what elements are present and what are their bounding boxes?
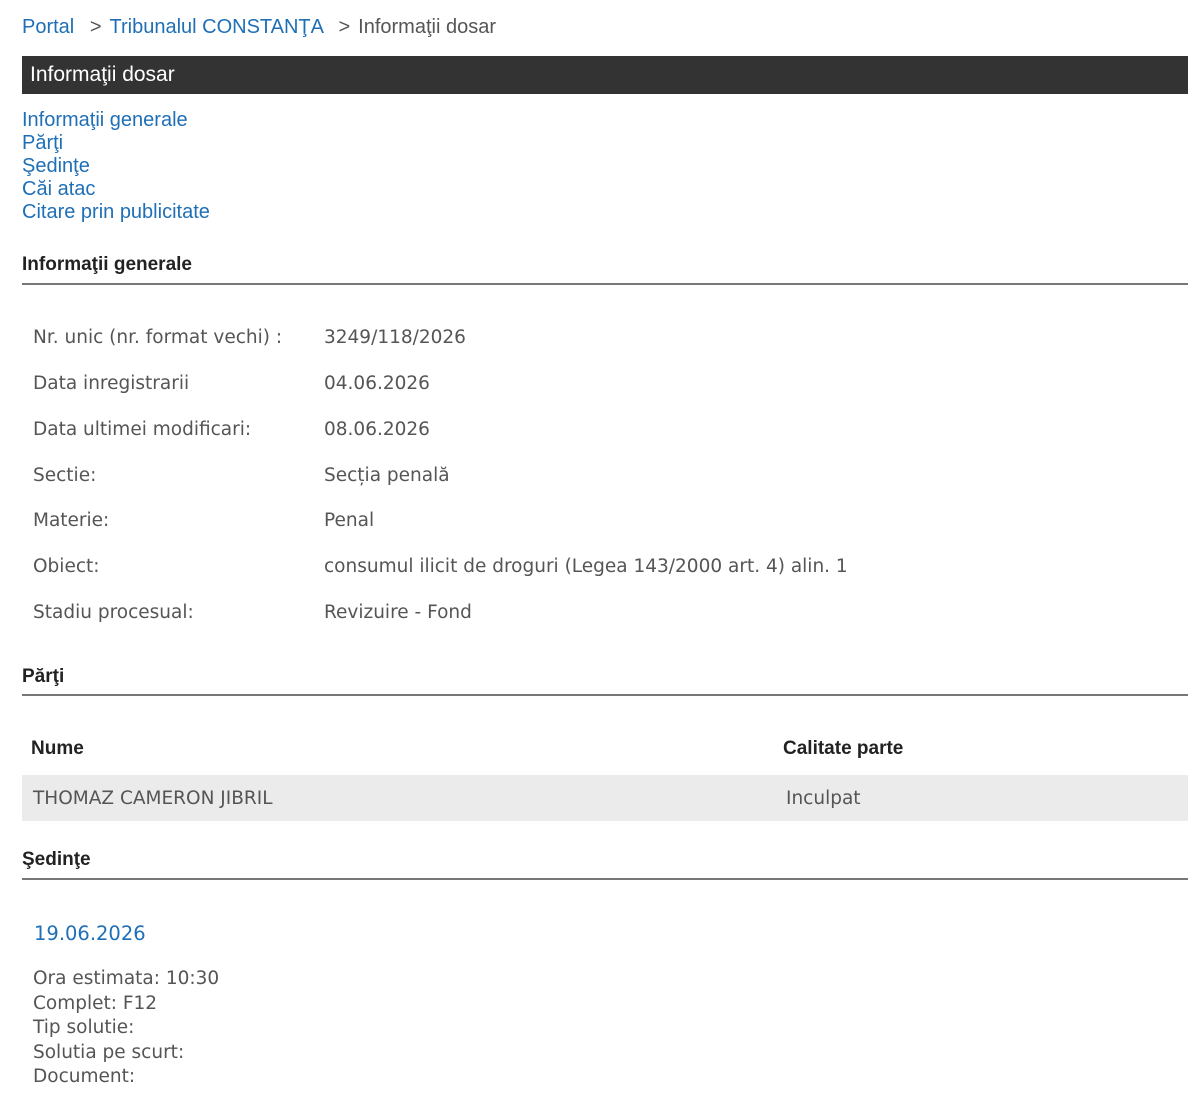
section-divider: [22, 694, 1188, 696]
breadcrumb-tribunal-link[interactable]: Tribunalul CONSTANŢA: [110, 16, 323, 38]
session-ora-estimata: Ora estimata: 10:30: [33, 968, 220, 989]
session-solutia-pe-scurt: Solutia pe scurt:: [33, 1041, 185, 1063]
session-details: Ora estimata: 10:30 Complet: F12 Tip sol…: [33, 967, 219, 1090]
column-header-nume: Nume: [31, 738, 84, 759]
party-role: Inculpat: [786, 788, 861, 809]
info-label: Data inregistrarii: [33, 373, 190, 394]
section-heading-sedinte: Şedinţe: [22, 849, 91, 870]
nav-link-cai-atac[interactable]: Căi atac: [22, 178, 210, 201]
info-value: Penal: [324, 510, 375, 531]
breadcrumb-separator: >: [89, 16, 102, 38]
section-heading-general: Informaţii generale: [22, 254, 192, 275]
info-label: Materie:: [33, 510, 110, 531]
session-date: 19.06.2026: [34, 922, 146, 945]
info-value: Secția penală: [324, 465, 450, 486]
info-value: 08.06.2026: [324, 419, 430, 440]
breadcrumb-current: Informaţii dosar: [358, 16, 496, 38]
session-complet: Complet: F12: [33, 992, 158, 1014]
section-divider: [22, 283, 1188, 285]
section-divider: [22, 878, 1188, 880]
column-header-calitate-parte: Calitate parte: [783, 738, 904, 759]
breadcrumb-portal-link[interactable]: Portal: [22, 16, 74, 38]
party-name: THOMAZ CAMERON JIBRIL: [33, 788, 273, 809]
section-heading-parti: Părţi: [22, 666, 65, 687]
nav-link-parti[interactable]: Părţi: [22, 132, 210, 155]
info-label: Obiect:: [33, 556, 100, 577]
info-label: Stadiu procesual:: [33, 602, 194, 623]
nav-link-sedinte[interactable]: Şedinţe: [22, 155, 210, 178]
info-value: consumul ilicit de droguri (Legea 143/20…: [324, 556, 848, 577]
info-label: Data ultimei modificari:: [33, 419, 252, 440]
session-tip-solutie: Tip solutie:: [33, 1017, 135, 1038]
table-row: THOMAZ CAMERON JIBRIL Inculpat: [22, 775, 1188, 821]
session-document: Document:: [33, 1066, 136, 1087]
info-value: 04.06.2026: [324, 373, 430, 394]
info-label: Nr. unic (nr. format vechi) :: [33, 327, 283, 348]
nav-link-informatii-generale[interactable]: Informaţii generale: [22, 109, 210, 132]
section-nav: Informaţii generale Părţi Şedinţe Căi at…: [22, 109, 210, 224]
info-value: Revizuire - Fond: [324, 602, 472, 623]
info-value: 3249/118/2026: [324, 327, 466, 348]
nav-link-citare-prin-publicitate[interactable]: Citare prin publicitate: [22, 201, 210, 224]
page-title: Informaţii dosar: [30, 63, 175, 86]
page-title-bar: Informaţii dosar: [22, 56, 1188, 94]
info-label: Sectie:: [33, 465, 97, 486]
breadcrumb: Portal > Tribunalul CONSTANŢA > Informaţii…: [22, 16, 496, 39]
breadcrumb-separator: >: [338, 16, 351, 38]
